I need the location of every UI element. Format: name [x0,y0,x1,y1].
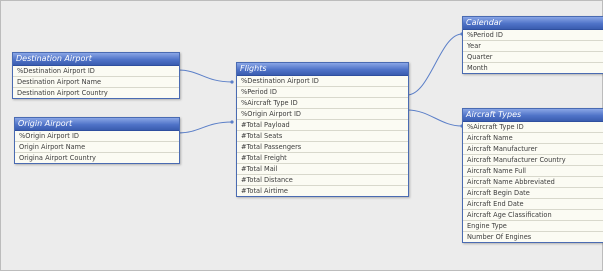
field-row[interactable]: Aircraft End Date [463,199,603,210]
field-row[interactable]: Aircraft Name [463,133,603,144]
table-calendar[interactable]: Calendar %Period ID Year Quarter Month [462,16,603,74]
field-row[interactable]: Aircraft Name Abbreviated [463,177,603,188]
table-aircraft-types[interactable]: Aircraft Types %Aircraft Type ID Aircraf… [462,108,603,243]
field-row[interactable]: #Total Distance [237,175,408,186]
table-title[interactable]: Flights [237,63,408,76]
field-row[interactable]: Quarter [463,52,603,63]
field-row[interactable]: Destination Airport Name [13,77,179,88]
table-origin-airport[interactable]: Origin Airport %Origin Airport ID Origin… [14,117,180,164]
table-destination-airport[interactable]: Destination Airport %Destination Airport… [12,52,180,99]
table-flights[interactable]: Flights %Destination Airport ID %Period … [236,62,409,197]
field-row[interactable]: Month [463,63,603,73]
field-row[interactable]: %Period ID [463,30,603,41]
field-row[interactable]: Number Of Engines [463,232,603,242]
field-row[interactable]: #Total Airtime [237,186,408,196]
field-row[interactable]: #Total Seats [237,131,408,142]
field-row[interactable]: %Aircraft Type ID [463,122,603,133]
field-row[interactable]: Engine Type [463,221,603,232]
field-row[interactable]: Origin Airport Name [15,142,179,153]
field-row[interactable]: %Destination Airport ID [13,66,179,77]
field-row[interactable]: #Total Payload [237,120,408,131]
field-row[interactable]: #Total Passengers [237,142,408,153]
field-row[interactable]: Aircraft Begin Date [463,188,603,199]
field-row[interactable]: %Aircraft Type ID [237,98,408,109]
field-row[interactable]: %Origin Airport ID [15,131,179,142]
field-row[interactable]: Year [463,41,603,52]
field-row[interactable]: Aircraft Age Classification [463,210,603,221]
table-title[interactable]: Origin Airport [15,118,179,131]
field-row[interactable]: #Total Mail [237,164,408,175]
table-title[interactable]: Calendar [463,17,603,30]
table-title[interactable]: Aircraft Types [463,109,603,122]
field-row[interactable]: %Period ID [237,87,408,98]
field-row[interactable]: %Destination Airport ID [237,76,408,87]
table-title[interactable]: Destination Airport [13,53,179,66]
field-row[interactable]: Origina Airport Country [15,153,179,163]
field-row[interactable]: %Origin Airport ID [237,109,408,120]
field-row[interactable]: Aircraft Name Full [463,166,603,177]
field-row[interactable]: Aircraft Manufacturer [463,144,603,155]
field-row[interactable]: Aircraft Manufacturer Country [463,155,603,166]
field-row[interactable]: Destination Airport Country [13,88,179,98]
field-row[interactable]: #Total Freight [237,153,408,164]
